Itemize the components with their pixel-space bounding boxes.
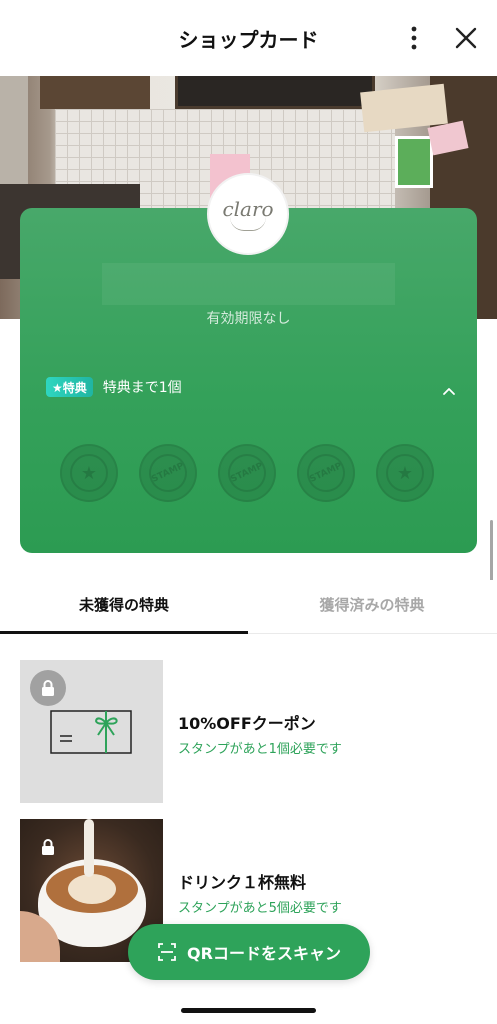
reward-title: ドリンク１杯無料	[178, 873, 307, 892]
reward-progress-text: 特典まで1個	[102, 380, 182, 396]
qr-scan-icon	[158, 943, 176, 961]
more-vertical-icon[interactable]	[404, 22, 424, 54]
shop-logo: claro	[207, 173, 289, 255]
stamp-card: claro 有効期限なし ★特典 特典まで1個 ★ STAMP STAMP ST…	[20, 173, 477, 553]
reward-tabs: 未獲得の特典 獲得済みの特典	[0, 580, 497, 634]
app-header: ショップカード	[0, 0, 497, 76]
close-icon[interactable]	[452, 24, 480, 52]
latte-art	[68, 874, 116, 904]
tab-unearned-rewards[interactable]: 未獲得の特典	[0, 580, 248, 634]
home-indicator	[181, 1008, 316, 1013]
qr-scan-label: QRコードをスキャン	[187, 944, 341, 963]
reward-item[interactable]: 10%OFFクーポン スタンプがあと1個必要です	[20, 660, 480, 803]
star-icon: ★	[70, 454, 108, 492]
reward-title: 10%OFFクーポン	[178, 714, 316, 733]
leaf-ornament-icon	[230, 217, 266, 231]
stamp-slot: STAMP	[218, 444, 276, 502]
expiry-text: 有効期限なし	[206, 311, 291, 327]
stamp-slot: STAMP	[297, 444, 355, 502]
shop-name	[102, 263, 395, 305]
stamp-slot: ★	[376, 444, 434, 502]
qr-scan-button[interactable]: QRコードをスキャン	[128, 924, 370, 980]
milk-pour	[84, 819, 94, 877]
gift-card-icon	[50, 710, 132, 754]
stamp-label: STAMP	[142, 447, 194, 499]
reward-requirement: スタンプがあと5個必要です	[178, 901, 342, 916]
green-poster	[395, 136, 433, 188]
stamp-slots: ★ STAMP STAMP STAMP ★	[60, 444, 440, 504]
stamp-slot: STAMP	[139, 444, 197, 502]
reward-badge: ★特典	[46, 377, 93, 397]
stamp-label: STAMP	[300, 447, 352, 499]
reward-requirement: スタンプがあと1個必要です	[178, 742, 342, 757]
window	[0, 64, 28, 184]
lock-icon	[30, 829, 66, 865]
stamp-label: STAMP	[221, 447, 273, 499]
lock-icon	[30, 670, 66, 706]
chevron-up-icon[interactable]	[442, 381, 456, 395]
star-icon: ★	[386, 454, 424, 492]
reward-progress-row[interactable]: ★特典 特典まで1個	[46, 375, 456, 399]
stamp-slot: ★	[60, 444, 118, 502]
tab-earned-rewards[interactable]: 獲得済みの特典	[248, 580, 496, 634]
reward-thumbnail	[20, 660, 163, 803]
